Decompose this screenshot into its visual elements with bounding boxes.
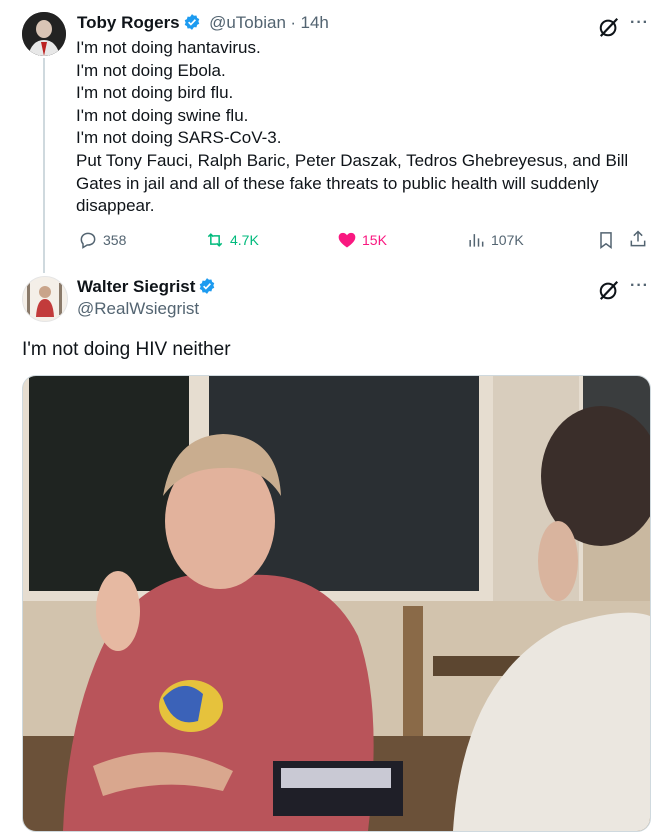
more-icon[interactable]: ···	[630, 14, 649, 32]
tweet-line: I'm not doing Ebola.	[76, 60, 226, 80]
tweet-line: Gates in jail and all of these fake thre…	[76, 173, 599, 193]
avatar-walter-siegrist[interactable]	[22, 276, 68, 322]
share-icon	[630, 230, 646, 247]
timestamp[interactable]: 14h	[300, 13, 328, 32]
reply-button[interactable]: 358	[78, 230, 126, 250]
author-name[interactable]: Walter Siegrist	[77, 277, 195, 296]
views-count: 107K	[491, 232, 524, 248]
bookmark-icon	[600, 232, 612, 249]
repost-icon	[207, 233, 223, 247]
tweet-line: I'm not doing bird flu.	[76, 83, 234, 103]
tweet-line: I'm not doing SARS-CoV-3.	[76, 128, 282, 148]
reply-text: I'm not doing HIV neither	[22, 339, 231, 360]
grok-icon[interactable]	[598, 279, 620, 301]
like-count: 15K	[362, 232, 387, 248]
views-icon	[469, 234, 484, 247]
tweet-header: Toby Rogers @uTobian · 14h	[77, 13, 329, 33]
reply-icon	[80, 232, 96, 249]
tweet-text: I'm not doing hantavirus. I'm not doing …	[76, 37, 656, 218]
bookmark-button[interactable]	[596, 230, 616, 250]
media-video[interactable]	[22, 375, 651, 832]
repost-button[interactable]: 4.7K	[205, 230, 259, 250]
tweet-line: disappear.	[76, 196, 155, 216]
verified-badge-icon	[183, 13, 201, 31]
tweet-line: Put Tony Fauci, Ralph Baric, Peter Dasza…	[76, 150, 629, 170]
grok-icon[interactable]	[598, 16, 620, 38]
views-button[interactable]: 107K	[466, 230, 524, 250]
like-button[interactable]: 15K	[337, 230, 387, 250]
share-button[interactable]	[628, 229, 648, 249]
tweet-line: I'm not doing hantavirus.	[76, 38, 261, 57]
verified-badge-icon	[198, 277, 216, 295]
avatar-toby-rogers[interactable]	[22, 12, 66, 56]
separator: ·	[290, 13, 297, 32]
author-name[interactable]: Toby Rogers	[77, 13, 180, 32]
author-handle[interactable]: @RealWsiegrist	[77, 299, 199, 319]
tweet-line: I'm not doing swine flu.	[76, 105, 249, 125]
reply-count: 358	[103, 232, 127, 248]
more-icon[interactable]: ···	[630, 277, 649, 295]
heart-icon	[338, 232, 356, 248]
author-handle[interactable]: @uTobian	[209, 13, 286, 32]
repost-count: 4.7K	[230, 232, 259, 248]
thread-line	[43, 58, 45, 273]
reply-header: Walter Siegrist	[77, 277, 216, 297]
